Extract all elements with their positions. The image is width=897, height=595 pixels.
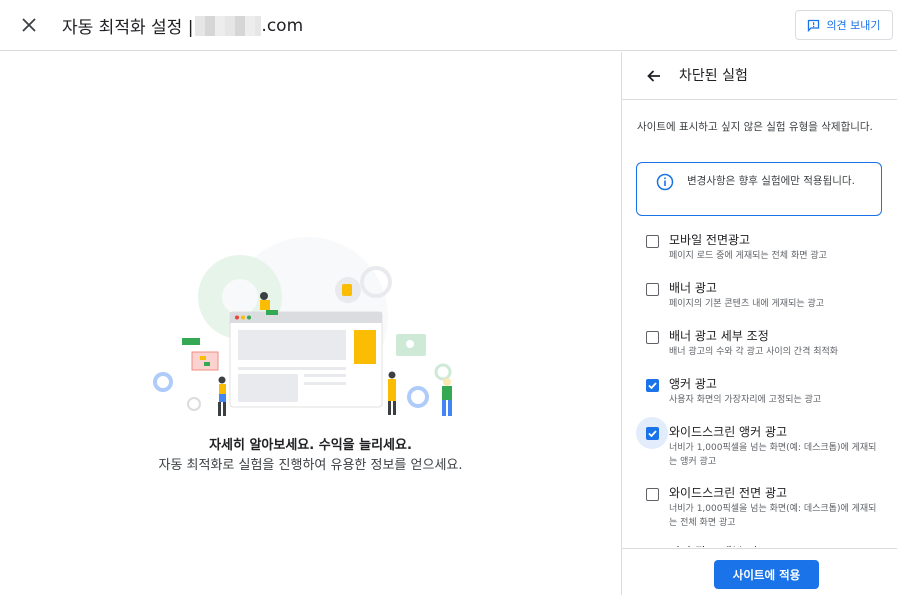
checkbox-box bbox=[645, 487, 659, 501]
page-title: 자동 최적화 설정 | .com bbox=[62, 13, 303, 38]
info-box: 변경사항은 향후 실험에만 적용됩니다. bbox=[636, 162, 882, 216]
experiment-label: 배너 광고 bbox=[669, 281, 717, 295]
feedback-button[interactable]: 의견 보내기 bbox=[795, 10, 893, 40]
panel-description: 사이트에 표시하고 싶지 않은 실험 유형을 삭제합니다. bbox=[637, 121, 873, 133]
panel-header: 차단된 실험 bbox=[622, 52, 897, 100]
checkbox-box bbox=[645, 234, 659, 248]
experiment-description: 페이지의 기본 콘텐츠 내에 게재되는 광고 bbox=[669, 299, 825, 309]
experiment-label: 앵커 광고 bbox=[669, 377, 717, 391]
info-text: 변경사항은 향후 실험에만 적용됩니다. bbox=[687, 175, 855, 187]
info-icon bbox=[656, 173, 674, 191]
checkbox-box bbox=[645, 330, 659, 344]
experiment-label: 와이드스크린 앵커 광고 bbox=[669, 425, 788, 439]
experiment-checkbox[interactable] bbox=[636, 369, 668, 401]
experiment-description: 너비가 1,000픽셀을 넘는 화면(예: 데스크톱)에 게재되는 앵커 광고 bbox=[669, 443, 877, 467]
blocked-experiments-panel: 차단된 실험 사이트에 표시하고 싶지 않은 실험 유형을 삭제합니다. 변경사… bbox=[621, 52, 897, 595]
redacted-domain bbox=[195, 15, 262, 36]
experiment-checkbox[interactable] bbox=[636, 225, 668, 257]
feedback-icon bbox=[808, 19, 820, 32]
main-subtext: 자동 최적화로 실험을 진행하여 유용한 정보를 얻으세요. bbox=[158, 458, 463, 473]
experiment-label: 와이드스크린 전면 광고 bbox=[669, 486, 788, 500]
experiments-illustration bbox=[153, 237, 452, 416]
title-prefix: 자동 최적화 설정 | bbox=[62, 18, 194, 38]
experiment-checkbox[interactable] bbox=[636, 537, 668, 547]
panel-body[interactable]: 사이트에 표시하고 싶지 않은 실험 유형을 삭제합니다. 변경사항은 향후 실… bbox=[622, 101, 897, 547]
experiment-description: 배너 광고의 수와 각 광고 사이의 간격 최적화 bbox=[669, 347, 839, 357]
close-icon[interactable] bbox=[16, 12, 42, 38]
main-headline: 자세히 알아보세요. 수익을 늘리세요. bbox=[209, 438, 412, 453]
apply-to-site-button[interactable]: 사이트에 적용 bbox=[714, 560, 819, 589]
arrow-back-icon[interactable] bbox=[642, 64, 666, 88]
experiment-label: 배너 광고 세부 조정 bbox=[669, 329, 769, 343]
experiment-checkbox[interactable] bbox=[636, 478, 668, 510]
top-bar: 자동 최적화 설정 | .com 의견 보내기 bbox=[0, 0, 897, 51]
experiment-description: 너비가 1,000픽셀을 넘는 화면(예: 데스크톱)에 게재되는 전체 화면 … bbox=[669, 504, 877, 528]
experiment-checkbox[interactable] bbox=[636, 273, 668, 305]
title-suffix: .com bbox=[261, 15, 304, 36]
experiment-checkbox[interactable] bbox=[636, 417, 668, 449]
experiment-label: 모바일 전면광고 bbox=[669, 233, 751, 247]
experiment-checkbox[interactable] bbox=[636, 321, 668, 353]
panel-title: 차단된 실험 bbox=[679, 68, 748, 84]
check-icon bbox=[645, 426, 659, 440]
check-icon bbox=[645, 378, 659, 392]
checkbox-box bbox=[645, 546, 659, 547]
feedback-label: 의견 보내기 bbox=[826, 19, 881, 32]
experiment-label: 전면 광고 세부 시도 bbox=[669, 543, 769, 547]
experiment-description: 페이지 로드 중에 게재되는 전체 화면 광고 bbox=[669, 251, 827, 261]
checkbox-box bbox=[645, 282, 659, 296]
panel-footer: 사이트에 적용 bbox=[622, 548, 897, 595]
main-area: 자세히 알아보세요. 수익을 늘리세요. 자동 최적화로 실험을 진행하여 유용… bbox=[0, 52, 621, 595]
experiment-description: 사용자 화면의 가장자리에 고정되는 광고 bbox=[669, 395, 822, 405]
